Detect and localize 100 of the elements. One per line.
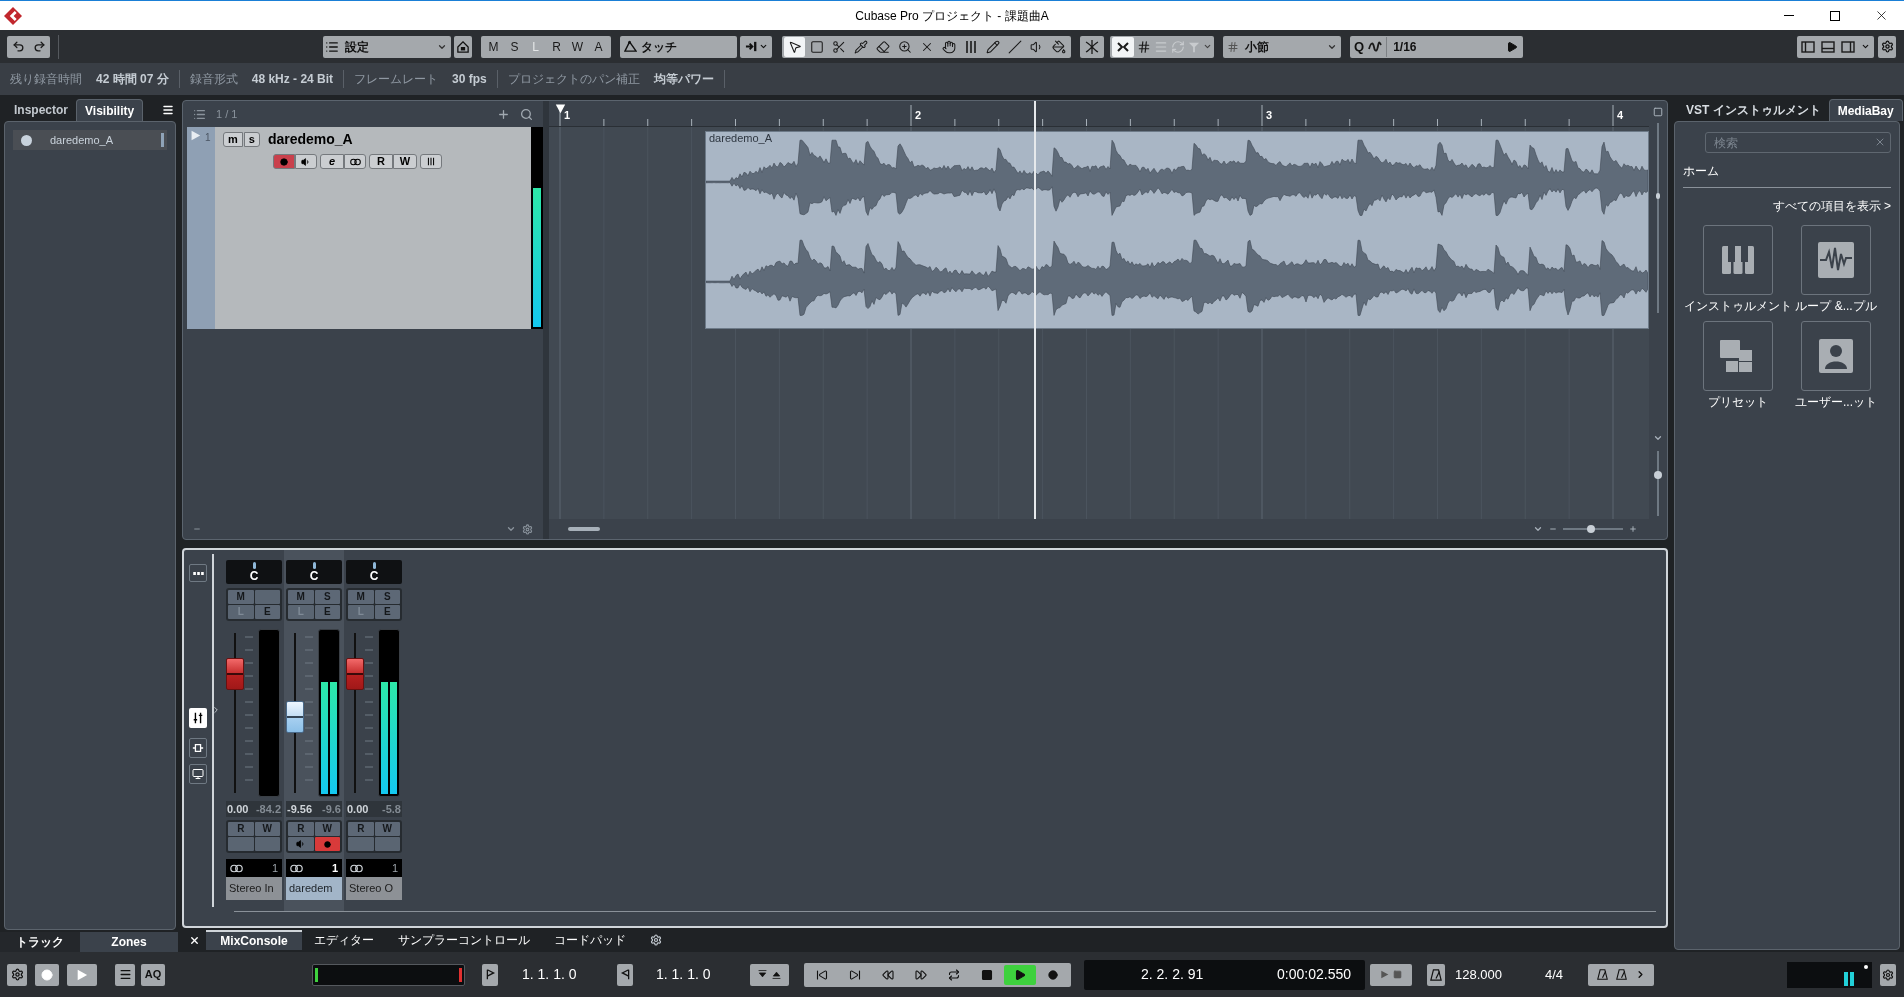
category-tile[interactable]	[1703, 321, 1773, 391]
fader-handle[interactable]	[346, 657, 364, 690]
channel-name[interactable]: Stereo In	[226, 877, 282, 900]
link-button[interactable]	[344, 154, 366, 169]
automation-toggle[interactable]: S	[505, 37, 524, 56]
hash-icon[interactable]	[1137, 39, 1151, 54]
nudge-mode-button[interactable]	[740, 35, 772, 58]
routing-view-button[interactable]	[189, 738, 207, 758]
wave-icon[interactable]	[1368, 39, 1383, 54]
zone-tab[interactable]: エディター	[302, 930, 386, 950]
scrollbar-thumb[interactable]	[568, 527, 600, 531]
show-all-link[interactable]: すべての項目を表示 >	[1772, 197, 1891, 215]
mute-toggle[interactable]: m	[223, 132, 243, 147]
snap-toggle[interactable]	[1112, 36, 1134, 57]
lanes-button[interactable]	[420, 154, 442, 169]
left-locator-button[interactable]	[482, 963, 498, 986]
solo-toggle[interactable]: s	[243, 132, 260, 147]
home-button[interactable]	[454, 35, 472, 58]
mixer-view-button[interactable]	[189, 708, 207, 728]
settings-button[interactable]	[1880, 963, 1896, 986]
automation-mode-dropdown[interactable]: タッチ	[620, 35, 737, 58]
channel-name[interactable]: daredem	[286, 877, 342, 900]
square-icon[interactable]	[1393, 970, 1402, 979]
panel-tab[interactable]: Inspector	[6, 99, 76, 121]
metronome-icon[interactable]	[1615, 969, 1627, 980]
routing-selector[interactable]: 1	[226, 859, 282, 877]
zero-crossing-button[interactable]	[1080, 35, 1104, 58]
panel-tab[interactable]: トラック	[0, 932, 80, 952]
zone-tab[interactable]: MixConsole	[206, 930, 302, 950]
record-button[interactable]	[314, 837, 340, 851]
automation-toggle[interactable]: A	[589, 37, 608, 56]
right-locator-button[interactable]	[617, 963, 633, 986]
routing-selector[interactable]: 1	[346, 859, 402, 877]
add-track-icon[interactable]	[497, 107, 510, 121]
fader-handle[interactable]	[226, 657, 244, 690]
lanes-button[interactable]	[115, 963, 135, 986]
visibility-item[interactable]: daredemo_A	[13, 130, 167, 150]
automation-toggle[interactable]: M	[484, 37, 503, 56]
tool-button[interactable]	[784, 36, 805, 57]
screen-view-button[interactable]	[189, 764, 207, 784]
quantize-dropdown[interactable]: 1/16	[1386, 36, 1521, 57]
edit-button[interactable]: e	[320, 154, 344, 169]
write-toggle[interactable]: W	[393, 154, 417, 169]
zoom-slider-handle[interactable]	[1587, 525, 1596, 533]
track-header[interactable]: m s daredemo_A e R W	[215, 127, 531, 329]
metronome-button[interactable]	[1427, 963, 1445, 986]
down-triangle-icon[interactable]	[757, 969, 768, 980]
panel-tab[interactable]: Zones	[80, 932, 178, 952]
window-layout-icon[interactable]	[1821, 39, 1835, 54]
menu-icon[interactable]	[162, 104, 174, 116]
scrollbar-thumb[interactable]	[1656, 193, 1660, 199]
zoom-slider-handle[interactable]	[1654, 470, 1662, 479]
panel-tab[interactable]: VST インストゥルメント	[1678, 99, 1829, 121]
up-triangle-icon[interactable]	[771, 969, 782, 980]
settings-icon[interactable]	[522, 523, 533, 535]
search-icon[interactable]	[520, 107, 533, 121]
monitor-button[interactable]	[295, 154, 317, 169]
category-tile[interactable]	[1801, 321, 1871, 391]
pan-control[interactable]: C	[226, 560, 282, 584]
category-tile[interactable]	[1801, 225, 1871, 295]
pan-control[interactable]: C	[346, 560, 402, 584]
zone-tab[interactable]: コードパッド	[542, 930, 638, 950]
zone-tab[interactable]: サンプラーコントロール	[386, 930, 542, 950]
caret-icon[interactable]	[1653, 433, 1663, 443]
pan-control[interactable]: C	[286, 560, 342, 584]
list-icon[interactable]	[193, 107, 206, 121]
metronome-icon[interactable]	[1596, 969, 1608, 980]
triangle-icon[interactable]	[1380, 970, 1389, 979]
category-tile[interactable]	[1703, 225, 1773, 295]
preset-dropdown[interactable]: 設定	[323, 35, 451, 58]
audio-event[interactable]: daredemo_A	[705, 131, 1649, 329]
punch-button[interactable]	[35, 963, 59, 986]
vertical-zoom-slider[interactable]	[1654, 451, 1662, 516]
grid-type-dropdown[interactable]: 小節	[1223, 35, 1341, 58]
more-button[interactable]	[189, 564, 207, 582]
locator-marker-icon[interactable]	[555, 103, 566, 114]
panel-tab[interactable]: MediaBay	[1828, 99, 1903, 121]
record-enable-button[interactable]	[273, 154, 295, 169]
zoom-in-icon[interactable]	[1629, 525, 1637, 533]
automation-toggle[interactable]: R	[547, 37, 566, 56]
record-mode-button[interactable]	[7, 963, 27, 986]
automation-toggle[interactable]: W	[568, 37, 587, 56]
cursor-mode-button[interactable]	[67, 963, 97, 986]
search-field[interactable]: 検索	[1705, 132, 1891, 153]
caret-icon[interactable]	[1533, 524, 1543, 534]
transport-button[interactable]	[1004, 964, 1036, 985]
maximize-icon[interactable]	[1653, 107, 1663, 117]
window-layout-icon[interactable]	[1801, 39, 1815, 54]
quantize-toggle[interactable]: Q	[1354, 36, 1365, 57]
settings-button[interactable]	[1878, 35, 1896, 58]
auto-quantize-button[interactable]: AQ	[141, 963, 165, 986]
caret-icon[interactable]	[506, 524, 516, 534]
fader-handle[interactable]	[286, 701, 304, 734]
clear-icon[interactable]	[1874, 136, 1886, 148]
panel-tab[interactable]: Visibility	[76, 99, 144, 121]
read-toggle[interactable]: R	[369, 154, 393, 169]
channel-name[interactable]: Stereo O	[346, 877, 402, 900]
zoom-slider[interactable]	[1563, 525, 1623, 533]
routing-selector[interactable]: 1	[286, 859, 342, 877]
window-layout-icon[interactable]	[1841, 39, 1855, 54]
